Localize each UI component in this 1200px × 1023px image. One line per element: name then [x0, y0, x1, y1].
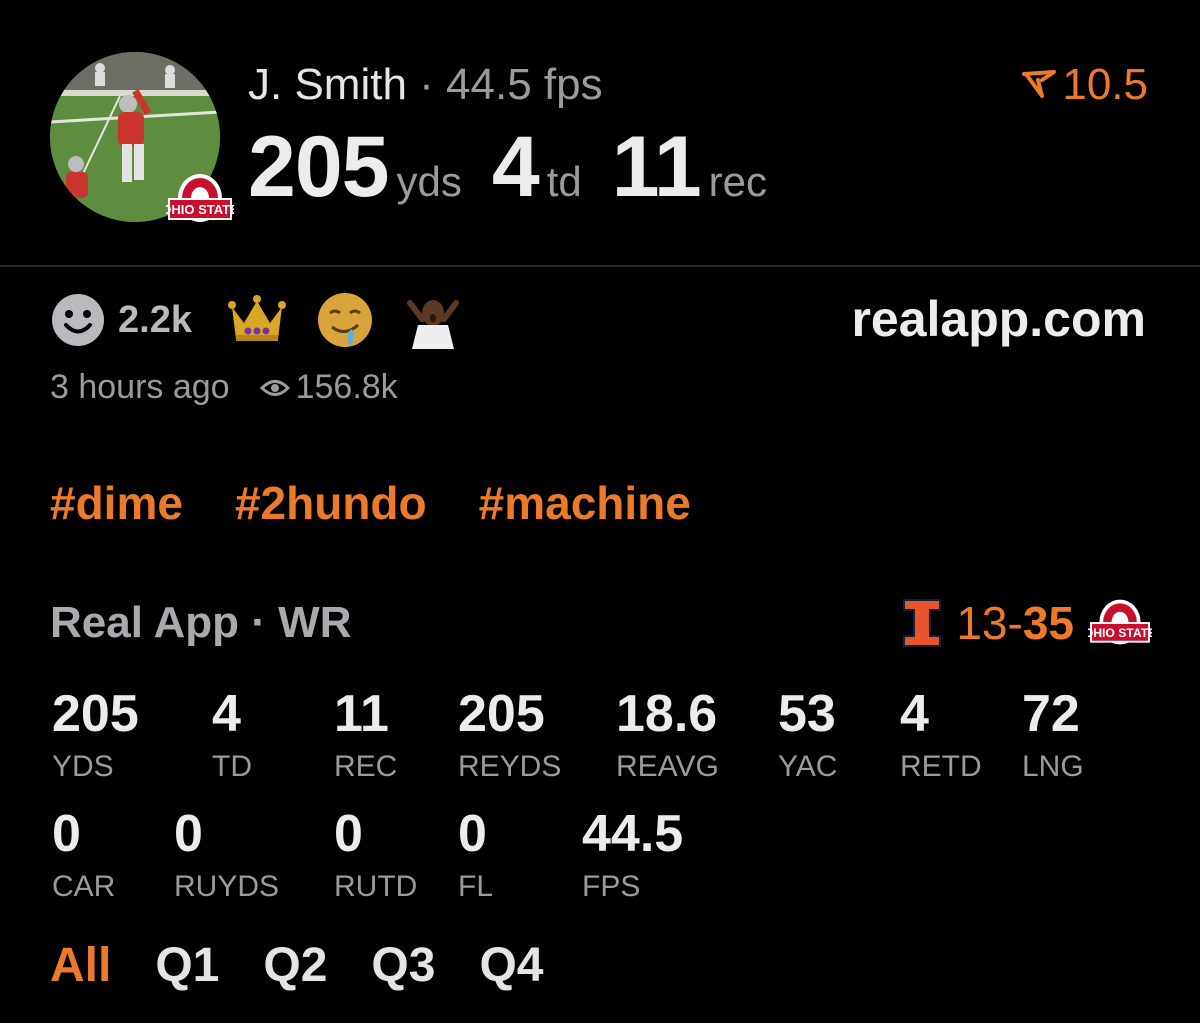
stat-label: RUYDS: [174, 870, 280, 903]
stat-label: YDS: [52, 750, 114, 783]
stat-label: REYDS: [458, 750, 562, 783]
crown-icon[interactable]: [227, 291, 286, 349]
stat-label: FL: [458, 870, 494, 903]
stat-car: 0 CAR: [52, 808, 115, 902]
stat-reavg: 18.6 REAVG: [616, 688, 719, 782]
stat-label: REAVG: [616, 750, 719, 783]
hashtag-link[interactable]: #2hundo: [235, 476, 427, 530]
hashtag-link[interactable]: #machine: [479, 476, 691, 530]
stat-yac: 53 YAC: [778, 688, 837, 782]
shocked-person-emoji[interactable]: [403, 291, 462, 349]
reactions-bar: 2.2k: [50, 291, 492, 349]
ohio-state-logo: OHIO STATE: [166, 174, 234, 222]
period-tabs: All Q1 Q2 Q3 Q4: [50, 938, 543, 993]
stat-rec: 11 REC: [334, 688, 397, 782]
stat-label: LNG: [1022, 750, 1084, 783]
stat-value: 0: [174, 805, 203, 863]
boost-button[interactable]: 10.5: [1022, 60, 1148, 110]
headline-td-unit: td: [546, 158, 582, 205]
view-count: 156.8k: [295, 368, 398, 406]
stat-fps: 44.5 FPS: [582, 808, 683, 902]
stat-lng: 72 LNG: [1022, 688, 1084, 782]
headline-yards-value: 205: [248, 119, 389, 215]
stat-value: 205: [52, 685, 139, 743]
tab-q3[interactable]: Q3: [371, 938, 435, 993]
stat-ruyds: 0 RUYDS: [174, 808, 279, 902]
time-ago: 3 hours ago: [50, 368, 230, 406]
stat-value: 205: [458, 685, 545, 743]
stat-value: 44.5: [582, 805, 684, 863]
player-name[interactable]: J. Smith: [248, 60, 407, 109]
headline-stats: 205 yds 4 td 11 rec: [248, 118, 797, 217]
reaction-count[interactable]: 2.2k: [118, 299, 192, 342]
stat-label: TD: [212, 750, 252, 783]
stat-label: REC: [334, 750, 398, 783]
site-link[interactable]: realapp.com: [851, 290, 1146, 348]
logo-lettering: OHIO STATE: [1088, 626, 1152, 640]
tab-q1[interactable]: Q1: [155, 938, 219, 993]
headline-td-value: 4: [491, 119, 540, 215]
stat-label: CAR: [52, 870, 116, 903]
stat-td: 4 TD: [212, 688, 252, 782]
logo-lettering: OHIO STATE: [166, 202, 234, 217]
stat-value: 11: [334, 685, 389, 743]
boost-value: 10.5: [1062, 60, 1148, 109]
smiley-icon[interactable]: [50, 292, 106, 348]
headline-yards-unit: yds: [396, 158, 462, 205]
stat-value: 0: [458, 805, 487, 863]
eye-icon: [259, 379, 290, 396]
headline-rec-value: 11: [611, 119, 702, 215]
tab-q2[interactable]: Q2: [263, 938, 327, 993]
player-title: J. Smith · 44.5 fps: [248, 60, 603, 110]
stat-yds: 205 YDS: [52, 688, 139, 782]
score-away-text: 13-35: [956, 596, 1074, 650]
stat-value: 4: [212, 685, 241, 743]
stat-value: 72: [1022, 685, 1080, 743]
illinois-logo: [903, 599, 942, 647]
stat-value: 0: [334, 805, 363, 863]
stat-fl: 0 FL: [458, 808, 493, 902]
drooling-emoji[interactable]: [316, 291, 374, 349]
headline-rec-unit: rec: [708, 158, 768, 205]
tab-q4[interactable]: Q4: [479, 938, 543, 993]
score-home: 35: [1022, 597, 1074, 649]
post-meta: 3 hours ago 156.8k: [50, 368, 398, 407]
header-divider: [0, 265, 1200, 267]
game-score[interactable]: 13-35 OHIO STATE: [902, 594, 1152, 652]
stat-retd: 4 RETD: [900, 688, 982, 782]
stat-label: RUTD: [334, 870, 418, 903]
stat-rutd: 0 RUTD: [334, 808, 417, 902]
ohio-state-logo: OHIO STATE: [1088, 599, 1152, 645]
hashtag-link[interactable]: #dime: [50, 476, 183, 530]
stat-label: FPS: [582, 870, 641, 903]
fps-summary: 44.5 fps: [446, 60, 603, 109]
stat-label: YAC: [778, 750, 838, 783]
stat-value: 4: [900, 685, 929, 743]
stat-value: 18.6: [616, 685, 718, 743]
stat-reyds: 205 REYDS: [458, 688, 561, 782]
tab-all[interactable]: All: [50, 938, 111, 993]
hashtags: #dime #2hundo #machine: [50, 476, 691, 530]
stat-value: 0: [52, 805, 81, 863]
score-away: 13-: [956, 597, 1023, 649]
stat-label: RETD: [900, 750, 982, 783]
title-separator: ·: [419, 60, 434, 109]
stat-value: 53: [778, 685, 836, 743]
game-label: Real App · WR: [50, 598, 352, 647]
boost-icon: [1022, 70, 1057, 98]
